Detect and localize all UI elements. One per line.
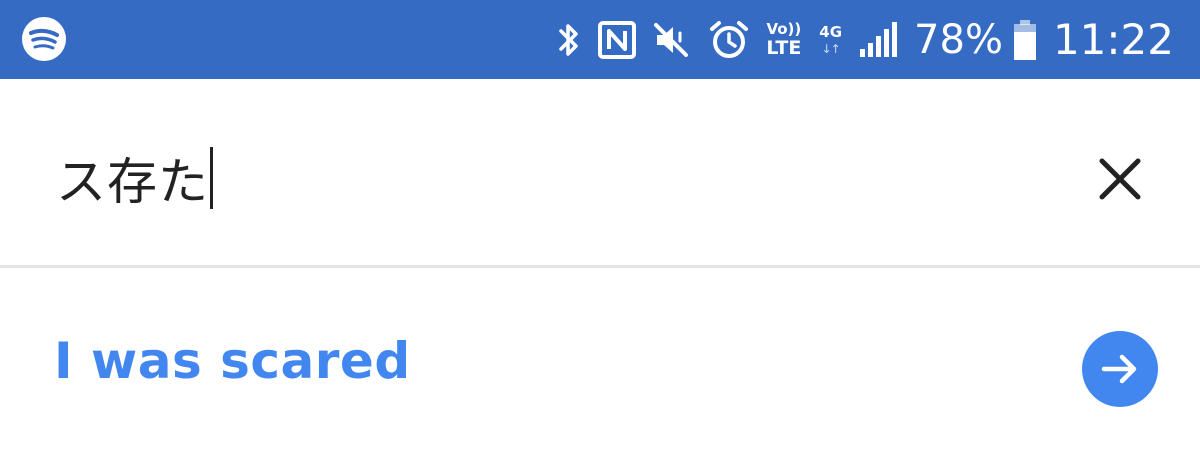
signal-bars-icon xyxy=(858,21,898,59)
volte-icon: Vo)) LTE xyxy=(766,19,802,59)
clock: 11:22 xyxy=(1052,14,1174,64)
bluetooth-icon xyxy=(556,20,582,60)
text-cursor xyxy=(210,147,213,209)
lte-label: LTE xyxy=(766,36,802,59)
suggestion-text[interactable]: I was scared xyxy=(54,332,411,390)
network-type-indicator: 4G ↓↑ xyxy=(819,22,843,56)
arrow-right-icon xyxy=(1101,354,1137,384)
spotify-icon xyxy=(22,17,66,61)
close-icon xyxy=(1099,158,1141,200)
status-bar: Vo)) LTE 4G ↓↑ 78% 11:22 xyxy=(0,0,1200,79)
search-bar[interactable]: ス存た xyxy=(0,79,1200,266)
battery-percent: 78% xyxy=(914,16,1003,63)
network-activity-icon: ↓↑ xyxy=(821,41,841,56)
search-query-text[interactable]: ス存た xyxy=(56,142,209,214)
mute-icon xyxy=(652,21,692,59)
suggestion-item[interactable]: I was scared xyxy=(0,268,1200,451)
nfc-icon xyxy=(598,20,637,59)
volte-label: Vo)) xyxy=(766,19,802,38)
clear-button[interactable] xyxy=(1090,149,1150,209)
alarm-icon xyxy=(708,19,750,61)
submit-suggestion-button[interactable] xyxy=(1082,331,1158,407)
battery-icon xyxy=(1013,19,1037,61)
search-input[interactable]: ス存た xyxy=(56,145,213,211)
network-type-label: 4G xyxy=(819,22,843,41)
